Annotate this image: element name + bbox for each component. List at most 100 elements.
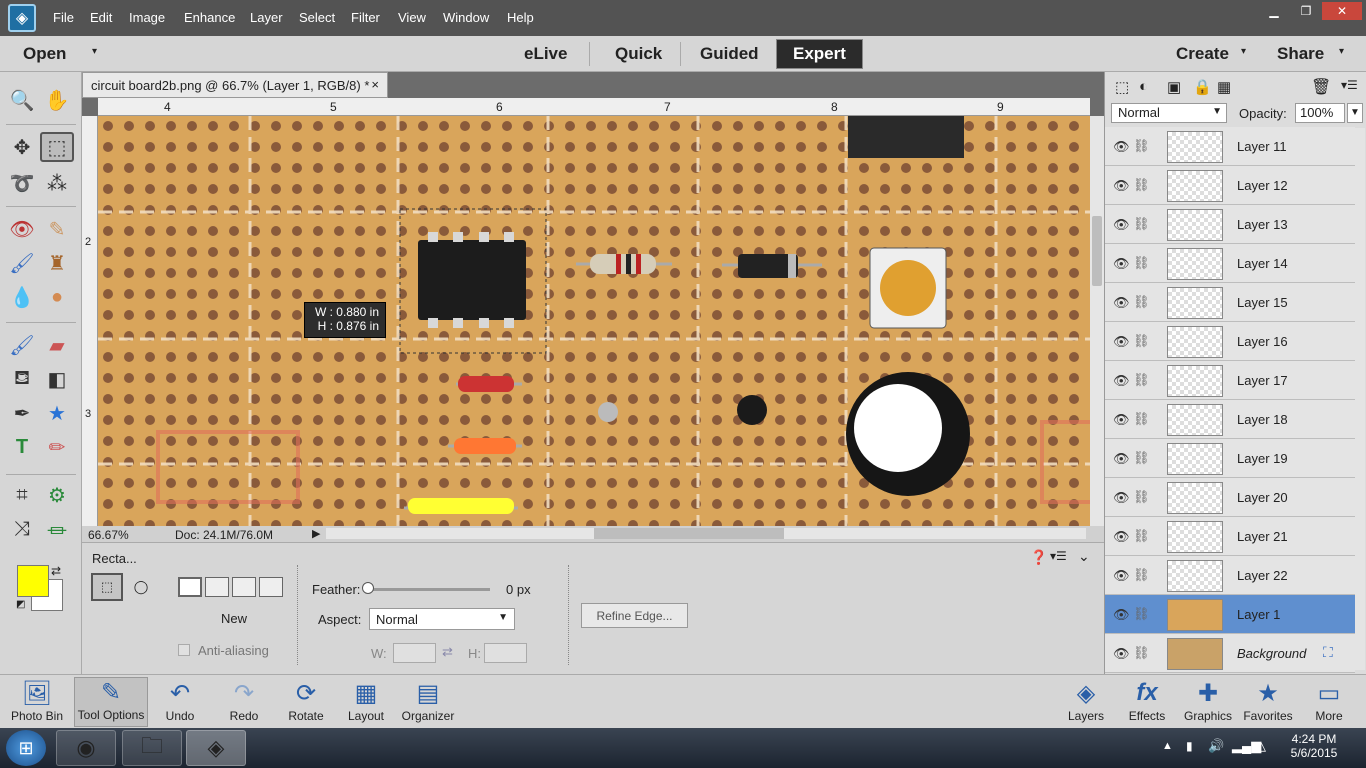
tab-guided[interactable]: Guided: [684, 39, 775, 69]
link-icon[interactable]: ⛓: [1133, 606, 1150, 622]
default-colors-icon[interactable]: ◩: [16, 599, 25, 610]
open-dropdown-icon[interactable]: ▾: [92, 46, 97, 57]
feather-slider-handle[interactable]: [362, 582, 374, 594]
options-menu-icon[interactable]: ▾☰: [1050, 549, 1067, 563]
blur-icon[interactable]: 💧: [5, 282, 39, 312]
share-button[interactable]: Share: [1277, 44, 1324, 64]
status-arrow-icon[interactable]: ▶: [312, 527, 320, 540]
brush-icon[interactable]: 🖌: [5, 330, 39, 360]
layer-row[interactable]: 👁 ⛓ Background ⛶: [1105, 634, 1355, 673]
file-explorer-icon[interactable]: 🗀: [122, 730, 182, 766]
type-icon[interactable]: T: [5, 432, 39, 462]
magic-wand-icon[interactable]: ⁂: [40, 168, 74, 198]
width-input[interactable]: [393, 643, 436, 663]
height-input[interactable]: [484, 643, 527, 663]
layer-row[interactable]: 👁 ⛓ Layer 14: [1105, 244, 1355, 283]
link-icon[interactable]: ⛓: [1133, 138, 1150, 154]
eye-icon[interactable]: 👁: [1113, 334, 1130, 350]
start-button-icon[interactable]: ⊞: [6, 730, 46, 766]
opacity-dropdown-icon[interactable]: ▼: [1347, 103, 1363, 123]
eraser-icon[interactable]: ▰: [40, 330, 74, 360]
zoom-level[interactable]: 66.67%: [88, 528, 129, 542]
layer-row[interactable]: 👁 ⛓ Layer 15: [1105, 283, 1355, 322]
layer-mask-icon[interactable]: ▣: [1167, 78, 1181, 96]
background-lock-icon[interactable]: ⛶: [1323, 644, 1333, 661]
restore-icon[interactable]: ❐: [1290, 2, 1322, 20]
panel-menu-icon[interactable]: ▾☰: [1341, 78, 1358, 92]
eyedropper-icon[interactable]: ✒: [5, 398, 39, 428]
drive-icon[interactable]: △: [1256, 738, 1266, 754]
tab-expert[interactable]: Expert: [776, 39, 863, 69]
layer-row[interactable]: 👁 ⛓ Layer 17: [1105, 361, 1355, 400]
clock[interactable]: 4:24 PM 5/6/2015: [1284, 732, 1344, 760]
feather-slider[interactable]: [366, 588, 490, 591]
crop-icon[interactable]: ⌗: [5, 480, 39, 510]
menu-filter[interactable]: Filter: [351, 10, 380, 25]
menu-layer[interactable]: Layer: [250, 10, 283, 25]
link-icon[interactable]: ⛓: [1133, 216, 1150, 232]
rect-marquee-icon[interactable]: ⬚: [40, 132, 74, 162]
eye-icon[interactable]: 👁: [1113, 217, 1130, 233]
eye-icon[interactable]: 👁: [1113, 451, 1130, 467]
help-icon[interactable]: ❓: [1030, 549, 1047, 566]
swap-colors-icon[interactable]: ⇄: [51, 564, 61, 578]
trash-icon[interactable]: 🗑: [1311, 77, 1331, 97]
blend-mode-select[interactable]: Normal ▼: [1111, 103, 1227, 123]
image-canvas[interactable]: W : 0.880 in H : 0.876 in: [98, 116, 1090, 526]
chrome-icon[interactable]: ◉: [56, 730, 116, 766]
close-doc-icon[interactable]: ×: [371, 77, 379, 92]
close-icon[interactable]: ✕: [1322, 2, 1362, 20]
aspect-select[interactable]: Normal ▼: [369, 608, 515, 630]
eye-icon[interactable]: 👁: [1113, 490, 1130, 506]
move-icon[interactable]: ✥: [5, 132, 39, 162]
create-dropdown-icon[interactable]: ▾: [1241, 46, 1246, 57]
eye-icon[interactable]: 👁: [1113, 178, 1130, 194]
undo-button[interactable]: ↶ Undo: [144, 679, 216, 723]
tool-options-button[interactable]: ✎ Tool Options: [74, 677, 148, 727]
link-icon[interactable]: ⛓: [1133, 333, 1150, 349]
photoshop-elements-taskbar-icon[interactable]: ◈: [186, 730, 246, 766]
menu-view[interactable]: View: [398, 10, 426, 25]
menu-image[interactable]: Image: [129, 10, 165, 25]
link-icon[interactable]: ⛓: [1133, 567, 1150, 583]
link-icon[interactable]: ⛓: [1133, 489, 1150, 505]
antialias-checkbox[interactable]: [178, 644, 190, 656]
eye-icon[interactable]: 👁: [1113, 256, 1130, 272]
organizer-button[interactable]: ▤ Organizer: [392, 679, 464, 723]
zoom-icon[interactable]: 🔍: [5, 85, 39, 115]
minimize-icon[interactable]: ▁: [1258, 2, 1290, 20]
eye-icon[interactable]: 👁: [1113, 607, 1130, 623]
tab-elive[interactable]: eLive: [508, 39, 583, 69]
new-layer-icon[interactable]: ⬚: [1115, 78, 1129, 96]
subtract-selection-icon[interactable]: [232, 577, 256, 597]
opacity-input[interactable]: 100%: [1295, 103, 1345, 123]
eye-icon[interactable]: 👁: [1113, 529, 1130, 545]
eye-icon[interactable]: 👁: [1113, 412, 1130, 428]
straighten-icon[interactable]: ⏛: [40, 514, 74, 544]
swap-icon[interactable]: ⇄: [442, 644, 453, 660]
photo-bin-button[interactable]: 🖼 Photo Bin: [1, 679, 73, 723]
vertical-scrollbar[interactable]: [1090, 116, 1104, 526]
new-selection-icon[interactable]: [178, 577, 202, 597]
more-button[interactable]: ▭ More: [1293, 679, 1365, 723]
pencil-icon[interactable]: ✏: [40, 432, 74, 462]
layer-row-selected[interactable]: 👁 ⛓ Layer 1: [1105, 595, 1355, 634]
smart-brush-icon[interactable]: 🖌: [5, 248, 39, 278]
hand-icon[interactable]: ✋: [40, 85, 74, 115]
tab-quick[interactable]: Quick: [599, 39, 678, 69]
layer-row[interactable]: 👁 ⛓ Layer 20: [1105, 478, 1355, 517]
share-dropdown-icon[interactable]: ▾: [1339, 46, 1344, 57]
link-icon[interactable]: ⛓: [1133, 255, 1150, 271]
layer-row[interactable]: 👁 ⛓ Layer 21: [1105, 517, 1355, 556]
refine-edge-button[interactable]: Refine Edge...: [581, 603, 688, 628]
paint-bucket-icon[interactable]: ⛾: [5, 364, 39, 394]
layer-row[interactable]: 👁 ⛓ Layer 11: [1105, 127, 1355, 166]
menu-help[interactable]: Help: [507, 10, 534, 25]
link-icon[interactable]: ⛓: [1133, 372, 1150, 388]
collapse-icon[interactable]: ⌄: [1078, 548, 1090, 565]
intersect-selection-icon[interactable]: [259, 577, 283, 597]
horizontal-scrollbar[interactable]: [326, 528, 1086, 539]
layer-row[interactable]: 👁 ⛓ Layer 18: [1105, 400, 1355, 439]
layer-row[interactable]: 👁 ⛓ Layer 12: [1105, 166, 1355, 205]
clone-stamp-icon[interactable]: ♜: [40, 248, 74, 278]
